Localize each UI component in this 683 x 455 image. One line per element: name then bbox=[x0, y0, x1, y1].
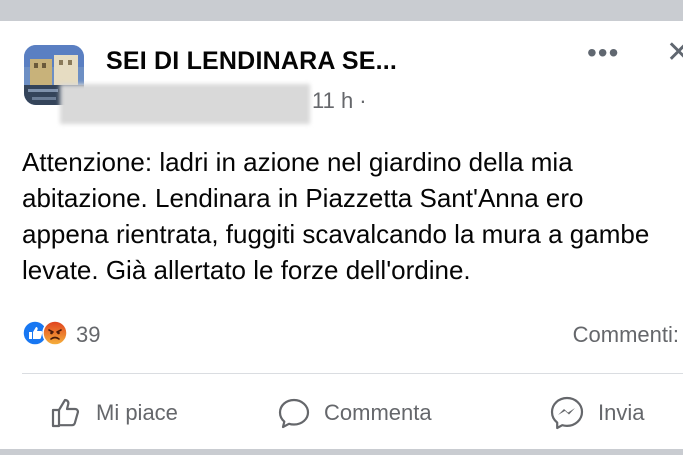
group-name[interactable]: SEI DI LENDINARA SE... bbox=[106, 47, 397, 76]
reactions-summary[interactable]: 39 bbox=[22, 319, 101, 351]
angry-reaction-icon bbox=[42, 319, 68, 351]
thumbs-up-icon bbox=[48, 395, 96, 431]
close-icon[interactable]: ✕ bbox=[666, 35, 683, 70]
post-timestamp[interactable]: 11 h · bbox=[312, 88, 367, 114]
more-options-icon[interactable]: ••• bbox=[587, 37, 619, 69]
post-card: SEI DI LENDINARA SE... 11 h · ••• ✕ Atte… bbox=[0, 21, 683, 449]
divider bbox=[22, 373, 683, 374]
reaction-count: 39 bbox=[76, 322, 101, 347]
comment-button[interactable]: Commenta bbox=[276, 393, 432, 433]
post-body: Attenzione: ladri in azione nel giardino… bbox=[22, 147, 650, 285]
messenger-icon bbox=[548, 394, 598, 432]
comment-bubble-icon bbox=[276, 395, 324, 431]
like-button-label: Mi piace bbox=[96, 400, 178, 425]
send-button-label: Invia bbox=[598, 400, 645, 425]
send-button[interactable]: Invia bbox=[548, 393, 644, 433]
redacted-author bbox=[60, 84, 310, 124]
like-button[interactable]: Mi piace bbox=[48, 393, 178, 433]
comments-count-link[interactable]: Commenti: bbox=[573, 322, 679, 348]
comment-button-label: Commenta bbox=[324, 400, 432, 425]
